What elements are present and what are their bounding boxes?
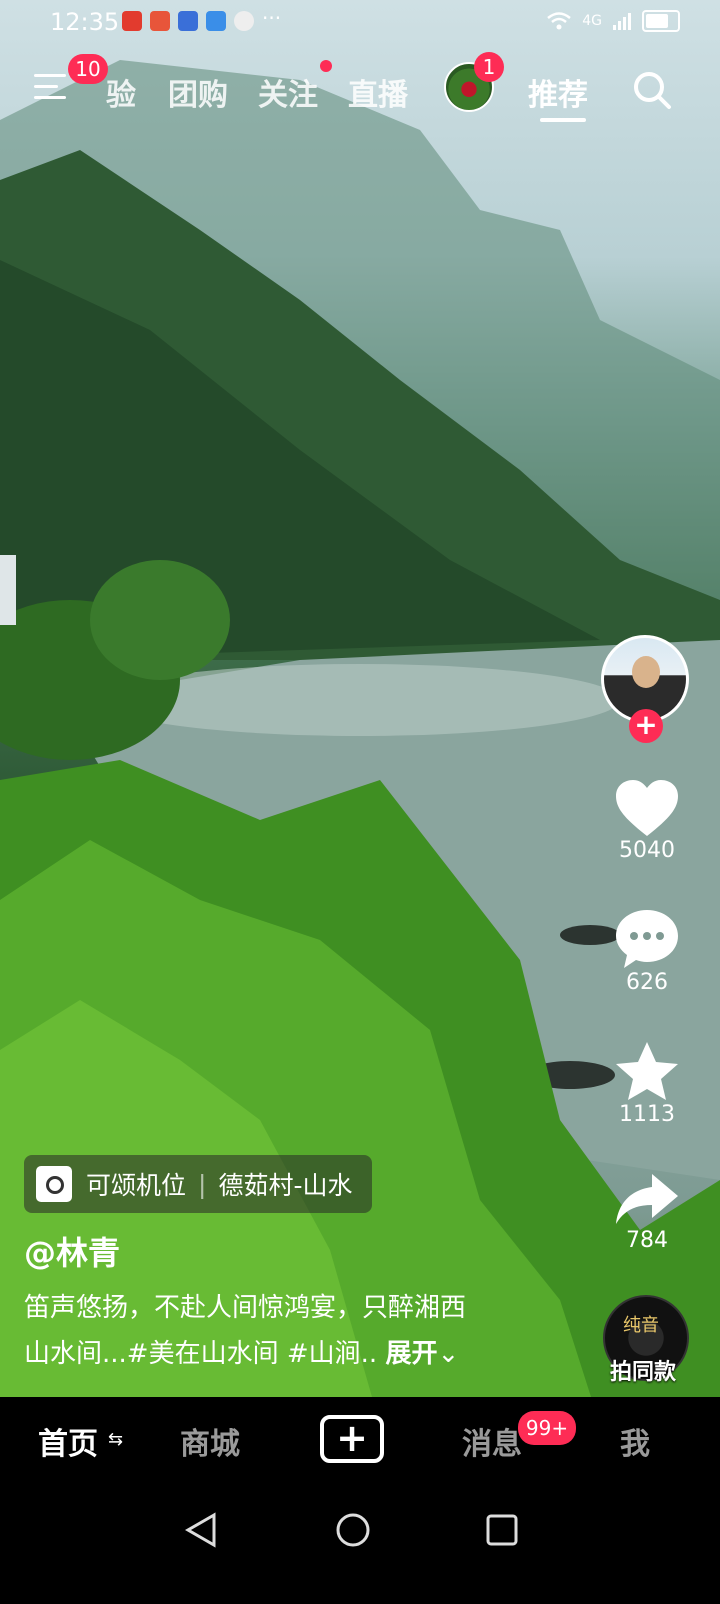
comment-count: 626 (626, 970, 668, 995)
share-count: 784 (626, 1228, 668, 1253)
tab-mall[interactable]: 商城 (180, 1419, 240, 1463)
messages-badge: 99+ (518, 1411, 576, 1445)
avatar-badge: 1 (474, 52, 504, 82)
comment-icon (616, 910, 678, 968)
chevron-down-icon: ⌄ (437, 1339, 460, 1369)
share-icon (616, 1174, 678, 1224)
menu-badge: 10 (68, 54, 108, 84)
comment-button[interactable]: 626 (602, 908, 692, 995)
active-tab-indicator (540, 118, 586, 122)
same-style-label[interactable]: 拍同款 (610, 1354, 676, 1386)
shield-app-icon (178, 11, 198, 31)
create-post-button[interactable]: + (320, 1415, 384, 1463)
system-nav-bar (0, 1497, 720, 1600)
app-notification-icon (150, 11, 170, 31)
cloud-app-icon (206, 11, 226, 31)
expand-button[interactable]: 展开 (385, 1339, 437, 1369)
menu-icon[interactable] (34, 74, 70, 104)
location-separator: | (198, 1169, 207, 1199)
tab-messages[interactable]: 消息 (462, 1419, 522, 1463)
status-bar: 12:35 ··· 4G (0, 0, 720, 44)
bottom-tab-bar: 首页 ⇆ 商城 + 消息 99+ 我 (0, 1397, 720, 1497)
wechat-icon (234, 11, 254, 31)
status-app-icons (122, 11, 254, 31)
home-circle-icon (336, 1513, 370, 1547)
favorite-count: 1113 (619, 1102, 675, 1127)
tab-following[interactable]: 关注 (258, 70, 318, 114)
location-secondary: 德茹村-山水 (218, 1171, 353, 1200)
tab-live[interactable]: 直播 (348, 70, 408, 114)
caption-line-2: 山水间...#美在山水间 #山涧.. 展开⌄ (24, 1331, 544, 1377)
heart-icon (616, 780, 678, 836)
search-icon[interactable] (632, 70, 672, 110)
app-notification-icon (122, 11, 142, 31)
battery-icon (642, 10, 680, 32)
tab-home[interactable]: 首页 (38, 1419, 98, 1463)
caption-line-1: 笛声悠扬，不赴人间惊鸿宴，只醉湘西 (24, 1293, 467, 1323)
tab-me[interactable]: 我 (620, 1419, 650, 1463)
tab-group-buy[interactable]: 团购 (168, 70, 228, 114)
refresh-swap-icon: ⇆ (108, 1429, 124, 1450)
like-count: 5040 (619, 838, 675, 863)
recents-icon (486, 1514, 518, 1546)
star-icon (616, 1042, 678, 1100)
following-dot (320, 60, 332, 72)
tab-recommended[interactable]: 推荐 (528, 70, 588, 114)
like-button[interactable]: 5040 (602, 778, 692, 863)
plus-icon: + (336, 1416, 368, 1460)
share-button[interactable]: 784 (602, 1172, 692, 1253)
favorite-button[interactable]: 1113 (602, 1040, 692, 1127)
status-right: 4G (546, 10, 680, 32)
more-notifications-icon: ··· (262, 6, 282, 30)
system-nav-buttons (184, 1512, 518, 1548)
video-caption[interactable]: 笛声悠扬，不赴人间惊鸿宴，只醉湘西 山水间...#美在山水间 #山涧.. 展开⌄ (24, 1285, 544, 1377)
location-primary: 可颂机位 (86, 1171, 187, 1200)
top-nav: 10 验 团购 关注 直播 推荐 (0, 54, 720, 130)
back-icon (184, 1512, 216, 1548)
status-time: 12:35 (50, 8, 120, 36)
music-disc-text: 纯音 (623, 1315, 659, 1336)
author-name[interactable]: @林青 (24, 1228, 120, 1274)
camera-spot-icon (36, 1166, 72, 1202)
tab-experience[interactable]: 验 (106, 70, 136, 114)
network-type: 4G (582, 13, 602, 29)
location-tag[interactable]: 可颂机位 | 德茹村-山水 (24, 1155, 373, 1213)
caption-line-2-text: 山水间...#美在山水间 #山涧.. (24, 1339, 386, 1369)
wifi-icon (547, 12, 572, 30)
follow-button[interactable]: + (629, 709, 663, 743)
signal-icon (613, 13, 631, 30)
